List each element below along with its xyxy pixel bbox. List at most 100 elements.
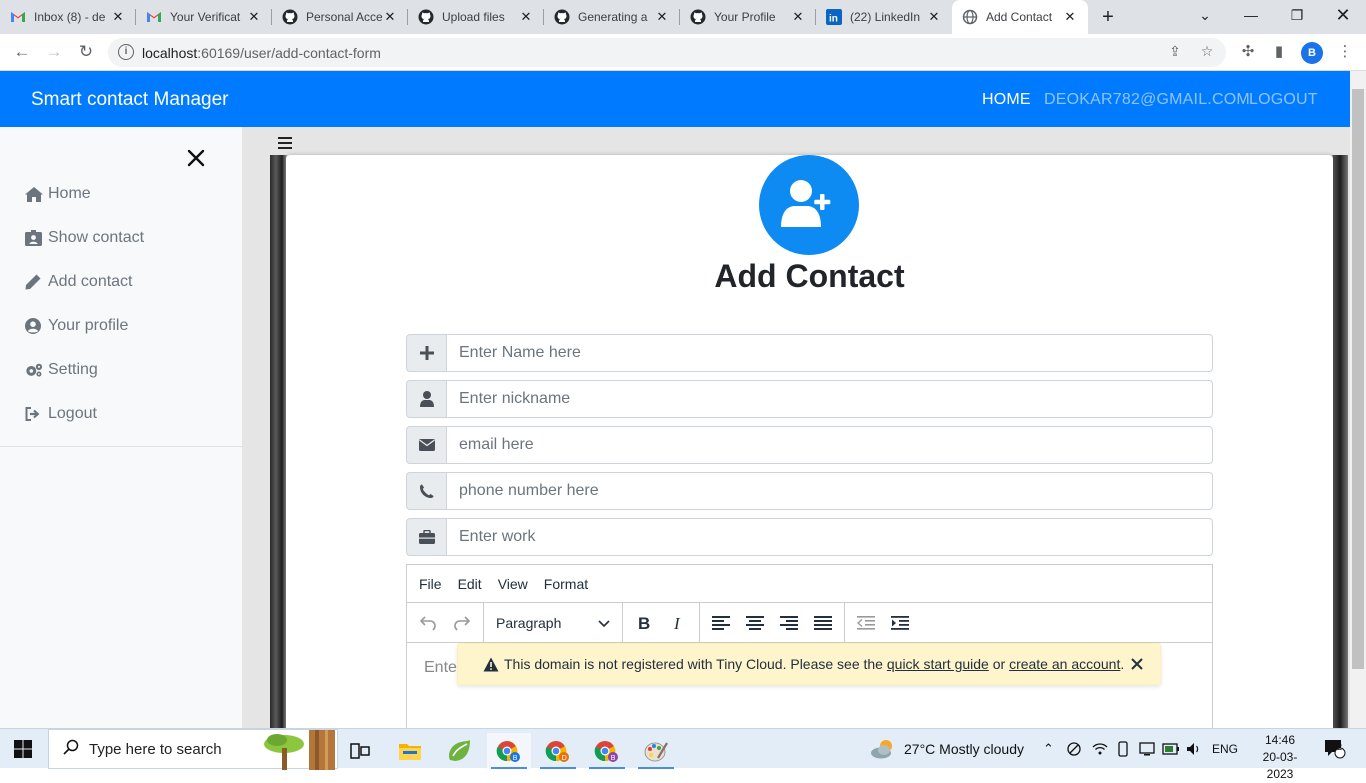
forward-button[interactable]: → [42,40,66,64]
phone-icon [406,472,446,510]
phone-link-icon[interactable] [1116,729,1130,769]
tab-close-icon[interactable]: ✕ [382,9,398,25]
quick-start-guide-link[interactable]: quick start guide [887,656,989,672]
notification-center-icon[interactable]: 2 [1324,729,1346,769]
menu-edit[interactable]: Edit [450,576,490,592]
hamburger-menu-icon[interactable] [277,135,293,151]
chrome-profile-d-icon[interactable]: D [536,733,580,769]
chrome-menu-icon[interactable]: ⋮ [1334,42,1356,64]
file-explorer-icon[interactable] [388,733,432,769]
block-format-select[interactable]: Paragraph [488,606,618,640]
page-scrollbar[interactable] [1350,71,1366,728]
windows-start-icon[interactable] [14,740,32,758]
align-left-icon[interactable] [704,606,738,640]
weather-widget[interactable]: 27°C Mostly cloudy [870,729,1024,769]
block-format-value: Paragraph [496,614,562,631]
sidebar-item-show-contact[interactable]: Show contact [25,229,144,247]
chrome-profile-b-icon[interactable]: B [487,733,531,769]
wifi-icon[interactable] [1092,729,1108,769]
nav-logout-link[interactable]: LOGOUT [1249,91,1318,109]
menu-view[interactable]: View [490,576,536,592]
nav-user-email[interactable]: DEOKAR782@GMAIL.COM [1044,91,1250,109]
redo-icon[interactable] [445,606,479,640]
menu-format[interactable]: Format [536,576,596,592]
align-center-icon[interactable] [738,606,772,640]
minimize-button[interactable]: — [1228,0,1274,30]
browser-tab[interactable]: Generating a ✕ [544,0,680,34]
brand-title[interactable]: Smart contact Manager [31,89,228,111]
phone-field-group [406,472,1213,510]
chevron-up-icon[interactable]: ⌃ [1043,729,1054,769]
url-bar[interactable]: i localhost:60169/user/add-contact-form … [108,38,1226,67]
tab-close-icon[interactable]: ✕ [246,9,262,25]
task-view-icon[interactable] [338,733,382,769]
url-text[interactable]: localhost:60169/user/add-contact-form [142,45,381,61]
reload-button[interactable]: ↻ [74,40,98,64]
svg-text:I: I [673,615,681,631]
browser-tab[interactable]: Personal Acce ✕ [272,0,408,34]
nickname-input[interactable] [446,380,1213,418]
chrome-profile-purple-icon[interactable]: B [585,733,629,769]
work-input[interactable] [446,518,1213,556]
name-field-group [406,334,1213,372]
name-input[interactable] [446,334,1213,372]
tab-close-icon[interactable]: ✕ [518,9,534,25]
browser-tab-active[interactable]: Add Contact ✕ [952,0,1088,34]
taskbar-clock[interactable]: 14:46 20-03-2023 [1250,732,1310,783]
sidebar-item-setting[interactable]: Setting [25,361,98,379]
align-justify-icon[interactable] [806,606,840,640]
profile-avatar[interactable]: B [1301,42,1323,64]
new-tab-button[interactable]: + [1088,0,1128,34]
sidebar-item-home[interactable]: Home [25,185,91,203]
extensions-puzzle-icon[interactable]: ✣ [1237,42,1259,64]
browser-tab[interactable]: Your Verificat ✕ [136,0,272,34]
notice-close-icon[interactable] [1128,655,1146,673]
indent-icon[interactable] [883,606,917,640]
tab-close-icon[interactable]: ✕ [654,9,670,25]
bold-icon[interactable]: B [627,606,661,640]
scrollbar-thumb[interactable] [1352,89,1364,669]
tab-label: (22) LinkedIn [850,10,921,24]
bookmark-star-icon[interactable]: ☆ [1198,43,1216,61]
sidebar-item-logout[interactable]: Logout [25,405,97,423]
sidebar-item-your-profile[interactable]: Your profile [25,317,128,335]
battery-icon[interactable] [1162,729,1180,769]
tab-close-icon[interactable]: ✕ [1062,9,1078,25]
tray-app-icon[interactable] [1066,729,1082,769]
tab-close-icon[interactable]: ✕ [110,9,126,25]
tab-close-icon[interactable]: ✕ [790,9,806,25]
browser-tab[interactable]: Your Profile ✕ [680,0,816,34]
back-button[interactable]: ← [10,40,34,64]
phone-input[interactable] [446,472,1213,510]
tab-search-icon[interactable]: ⌄ [1182,0,1228,30]
side-panel-icon[interactable]: ▮ [1268,42,1290,64]
undo-icon[interactable] [411,606,445,640]
outdent-icon[interactable] [849,606,883,640]
language-indicator[interactable]: ENG [1212,729,1238,769]
clock-time: 14:46 [1264,733,1296,747]
email-input[interactable] [446,426,1213,464]
restore-button[interactable]: ❐ [1274,0,1320,30]
create-account-link[interactable]: create an account [1009,656,1120,672]
email-field-group [406,426,1213,464]
site-info-icon[interactable]: i [118,44,134,60]
volume-icon[interactable] [1186,729,1202,769]
network-icon[interactable] [1139,729,1155,769]
italic-icon[interactable]: I [661,606,695,640]
menu-file[interactable]: File [411,576,450,592]
taskbar-search-box[interactable]: Type here to search [48,729,338,770]
nav-home-link[interactable]: HOME [982,91,1031,109]
sidebar-item-label: Your profile [48,317,129,334]
share-icon[interactable]: ⇪ [1166,43,1184,61]
spring-tool-suite-icon[interactable] [437,733,481,769]
paint-icon[interactable] [634,733,678,769]
sidebar-close-icon[interactable] [185,147,207,169]
pencil-icon [25,274,43,290]
tab-close-icon[interactable]: ✕ [926,9,942,25]
browser-tab[interactable]: in (22) LinkedIn ✕ [816,0,952,34]
browser-tab[interactable]: Upload files ✕ [408,0,544,34]
browser-tab[interactable]: Inbox (8) - de ✕ [0,0,136,34]
sidebar-item-add-contact[interactable]: Add contact [25,273,133,291]
align-right-icon[interactable] [772,606,806,640]
close-window-button[interactable]: ✕ [1320,0,1366,30]
